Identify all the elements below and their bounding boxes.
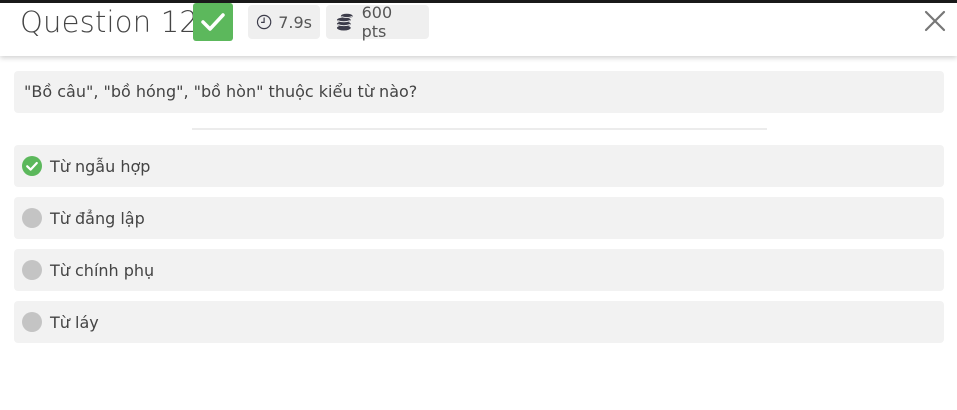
circle-icon bbox=[22, 260, 42, 280]
points-value: 600 pts bbox=[361, 3, 393, 41]
clock-icon bbox=[256, 14, 272, 30]
points-pill: 600 pts bbox=[326, 3, 429, 41]
answer-option[interactable]: Từ chính phụ bbox=[14, 249, 944, 291]
time-pill: 7.9s bbox=[248, 5, 320, 39]
circle-icon bbox=[22, 312, 42, 332]
quiz-header: Question 12 7.9s 600 pts bbox=[0, 3, 957, 56]
question-title: Question 12 bbox=[20, 5, 199, 39]
answer-label: Từ chính phụ bbox=[50, 260, 155, 280]
time-value: 7.9s bbox=[278, 12, 312, 32]
check-circle-icon bbox=[22, 156, 42, 176]
answer-option[interactable]: Từ đẳng lập bbox=[14, 197, 944, 239]
correct-badge bbox=[193, 3, 233, 41]
answer-option-correct[interactable]: Từ ngẫu hợp bbox=[14, 145, 944, 187]
answer-label: Từ ngẫu hợp bbox=[50, 156, 151, 176]
close-button[interactable] bbox=[920, 6, 950, 36]
answer-option[interactable]: Từ láy bbox=[14, 301, 944, 343]
circle-icon bbox=[22, 208, 42, 228]
answer-label: Từ láy bbox=[50, 312, 99, 332]
close-icon[interactable] bbox=[924, 10, 946, 32]
question-text: "Bồ câu", "bồ hóng", "bồ hòn" thuộc kiểu… bbox=[14, 71, 944, 113]
check-icon bbox=[201, 13, 225, 31]
answer-label: Từ đẳng lập bbox=[50, 208, 145, 228]
coins-icon bbox=[336, 13, 353, 31]
divider bbox=[192, 128, 767, 130]
